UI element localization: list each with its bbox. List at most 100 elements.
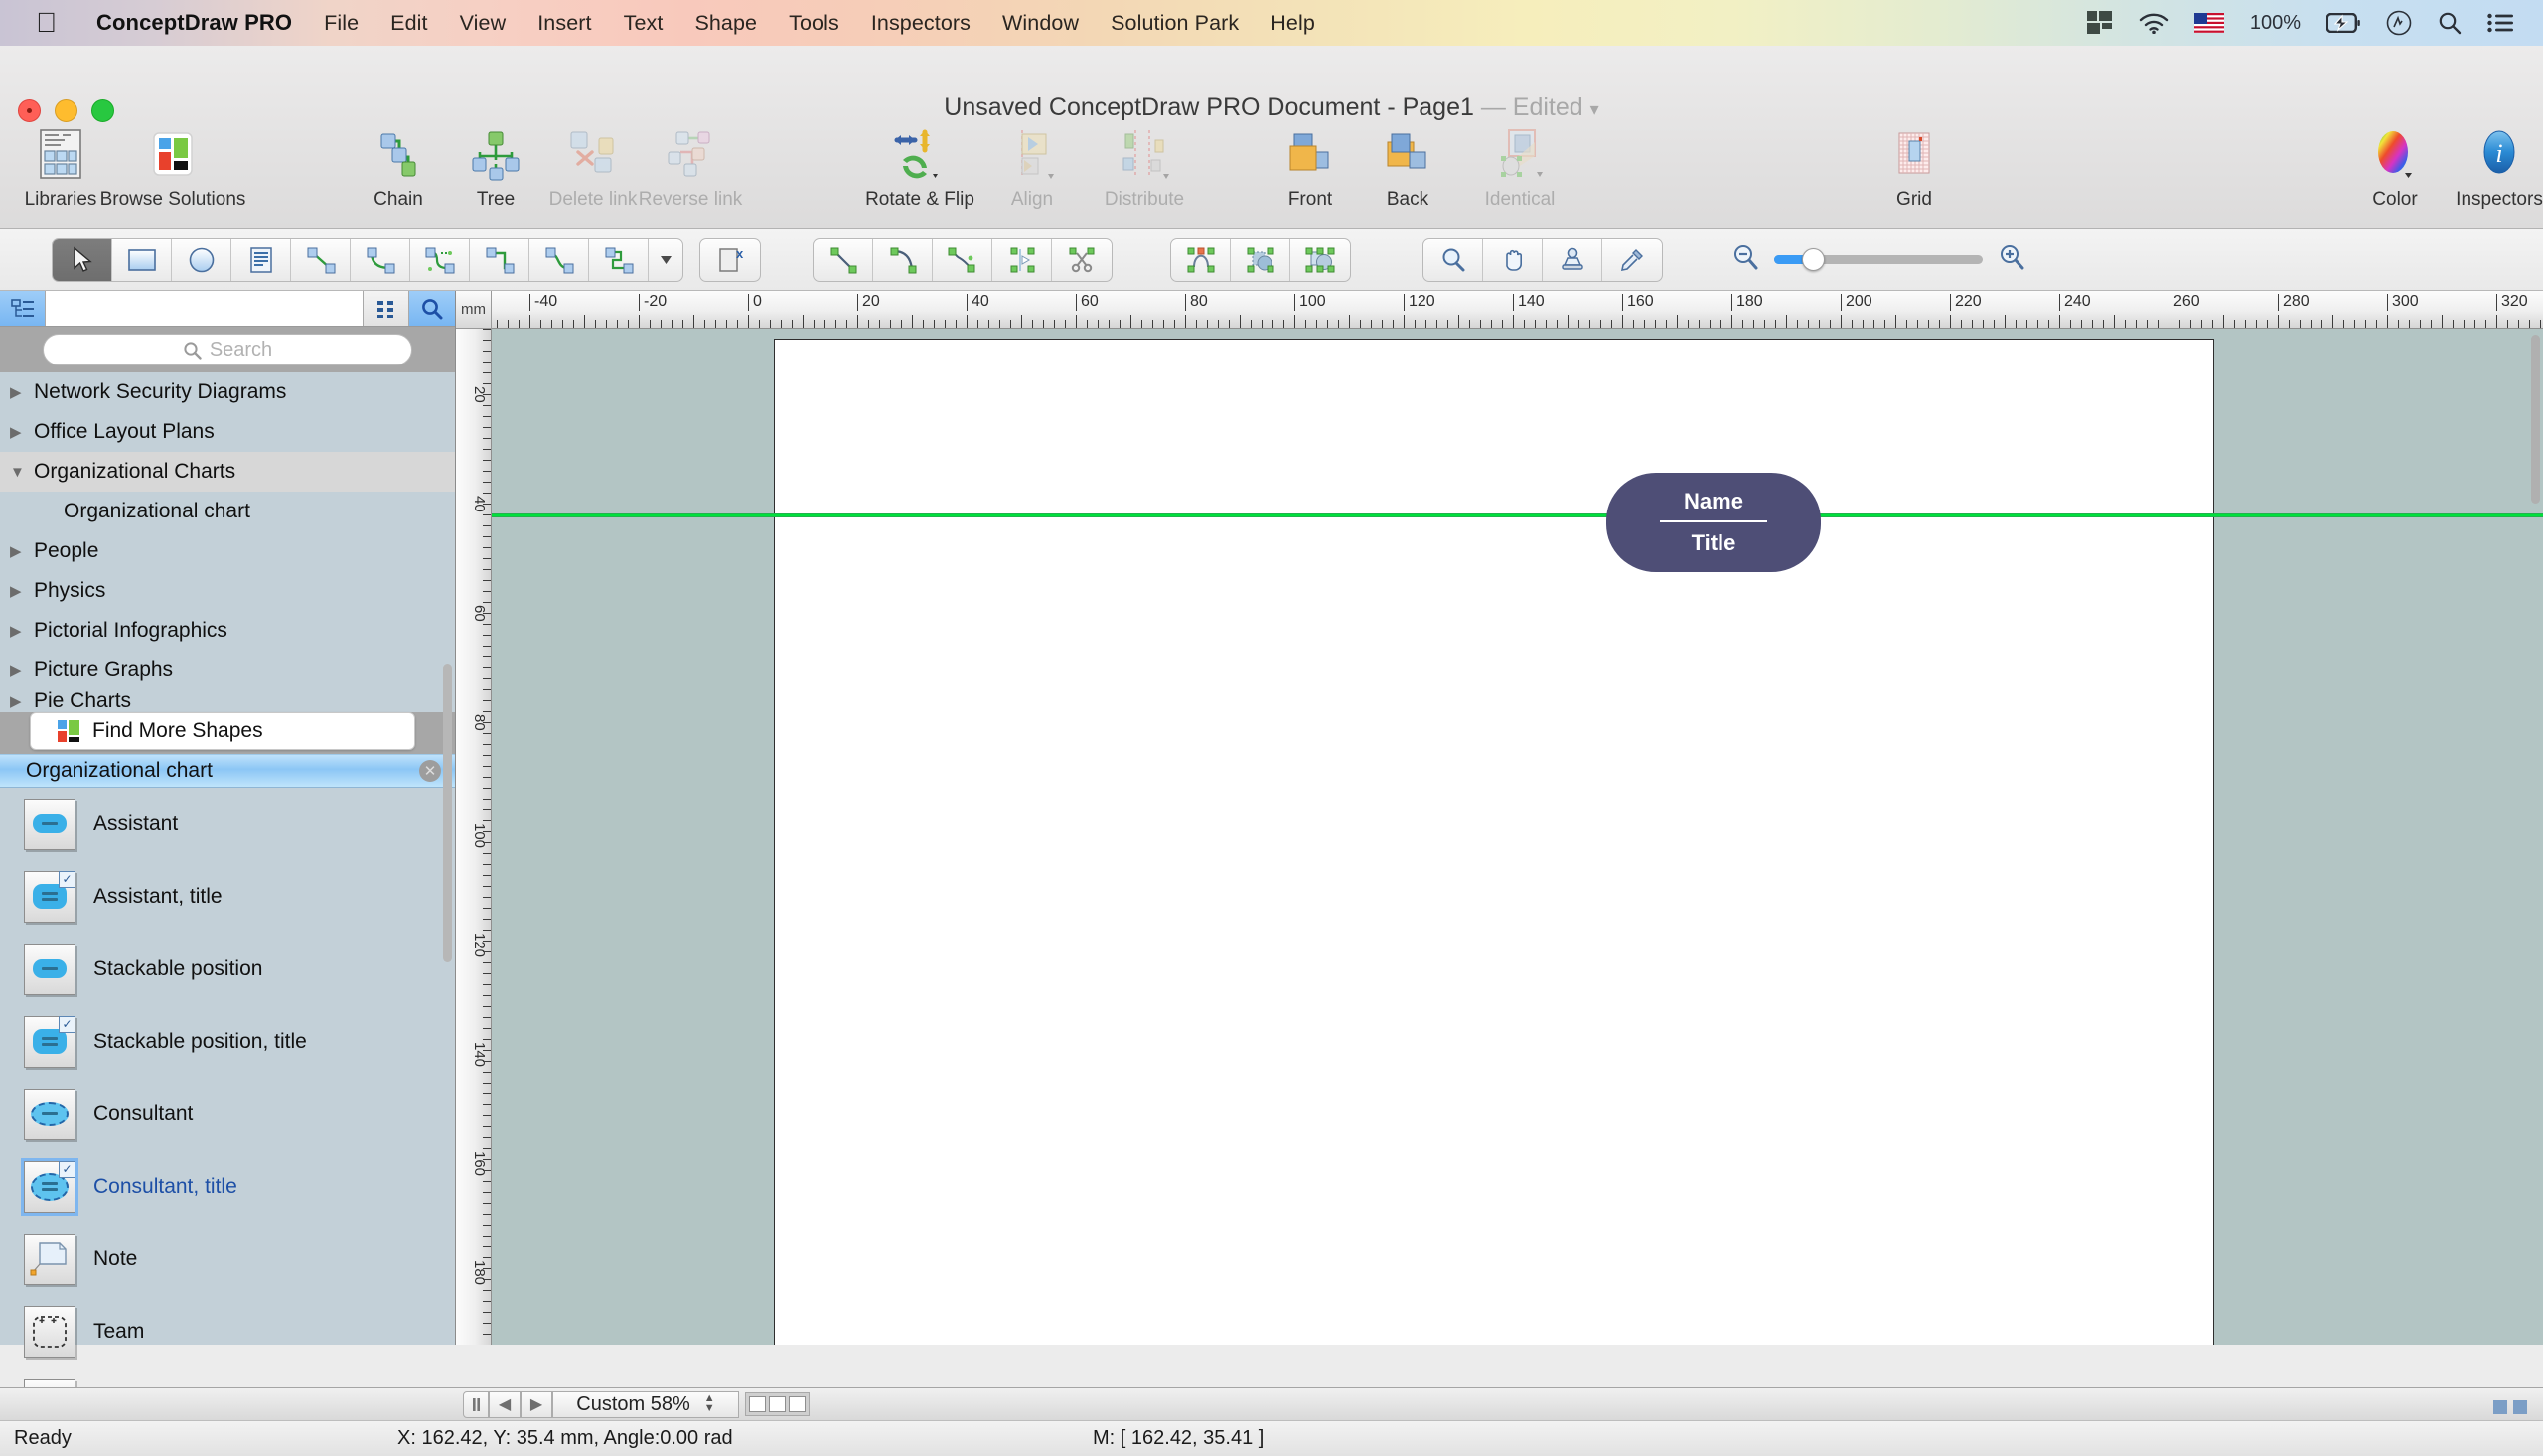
wifi-icon[interactable] xyxy=(2139,12,2169,34)
menu-item-insert[interactable]: Insert xyxy=(522,11,607,36)
libraries-button[interactable]: Libraries xyxy=(12,123,109,211)
join-curve-tool[interactable] xyxy=(1171,238,1231,281)
shape-item-consultant-title[interactable]: ✓ Consultant, title xyxy=(0,1150,455,1223)
disclosure-triangle-right-icon[interactable]: ▶ xyxy=(10,692,34,710)
shape-item-team[interactable]: Team xyxy=(0,1295,455,1368)
zoom-stepper[interactable]: ▲ ▼ xyxy=(704,1393,715,1414)
tree-item-pictorial-infographics[interactable]: ▶ Pictorial Infographics xyxy=(0,611,455,651)
identical-button[interactable]: Identical xyxy=(1456,123,1583,211)
color-button[interactable]: Color xyxy=(2354,123,2436,211)
disclosure-triangle-right-icon[interactable]: ▶ xyxy=(10,661,34,679)
search-input[interactable]: Search xyxy=(43,334,412,365)
polyline-tool[interactable] xyxy=(933,238,992,281)
vertical-ruler[interactable]: 20406080100120140160180200 xyxy=(456,329,492,1345)
pointer-tool[interactable] xyxy=(53,238,112,281)
tree-item-physics[interactable]: ▶ Physics xyxy=(0,571,455,611)
tree-item-pie-charts[interactable]: ▶ Pie Charts xyxy=(0,690,455,712)
document-page[interactable] xyxy=(774,339,2214,1345)
next-page-icon[interactable]: ▶ xyxy=(521,1390,552,1418)
shape-item-assistant[interactable]: Assistant xyxy=(0,788,455,860)
group-shapes-tool[interactable] xyxy=(1290,239,1350,281)
speedometer-icon[interactable] xyxy=(2386,10,2412,36)
menu-item-shape[interactable]: Shape xyxy=(678,11,773,36)
reverse-link-button[interactable]: Reverse link xyxy=(639,123,742,211)
zoom-tool[interactable] xyxy=(1423,238,1483,281)
tree-item-organizational-charts[interactable]: ▼ Organizational Charts xyxy=(0,452,455,492)
menu-item-solution-park[interactable]: Solution Park xyxy=(1095,11,1255,36)
menu-item-conceptdraw-pro[interactable]: ConceptDraw PRO xyxy=(80,10,308,36)
shape-item-assistant-title[interactable]: ✓ Assistant, title xyxy=(0,860,455,933)
menu-item-help[interactable]: Help xyxy=(1255,11,1331,36)
ruler-unit-label[interactable]: mm xyxy=(456,291,492,329)
find-more-shapes-button[interactable]: Find More Shapes xyxy=(30,712,415,750)
chevron-down-icon[interactable]: ▾ xyxy=(1590,99,1599,119)
union-shapes-tool[interactable] xyxy=(1231,238,1290,281)
fit-page-icon[interactable] xyxy=(2493,1400,2507,1414)
tree-item-office-layout-plans[interactable]: ▶ Office Layout Plans xyxy=(0,412,455,452)
stamp-tool[interactable] xyxy=(1543,238,1602,281)
canvas-vertical-scrollbar[interactable] xyxy=(2530,335,2541,1311)
multi-connector-tool[interactable] xyxy=(589,238,649,281)
menu-item-file[interactable]: File xyxy=(308,11,374,36)
org-chart-shape-consultant-title[interactable]: Name Title xyxy=(1606,473,1821,572)
scissors-tool[interactable] xyxy=(1052,239,1112,281)
us-flag-icon[interactable] xyxy=(2193,13,2224,33)
delete-link-button[interactable]: Delete link xyxy=(544,123,642,211)
canvas-scrollbar-thumb[interactable] xyxy=(2531,335,2540,504)
chain-button[interactable]: Chain xyxy=(350,123,447,211)
search-view-icon[interactable] xyxy=(409,291,455,326)
shape-item-note[interactable]: Note xyxy=(0,1223,455,1295)
delete-shape-tool[interactable]: x xyxy=(700,239,760,281)
shape-item-consultant[interactable]: Consultant xyxy=(0,1078,455,1150)
zoom-in-icon[interactable] xyxy=(1997,242,2026,277)
drawing-canvas[interactable]: Name Title xyxy=(492,329,2543,1345)
send-back-button[interactable]: Back xyxy=(1359,123,1456,211)
sidebar-scrollbar-thumb[interactable] xyxy=(443,664,452,962)
direct-connector-tool[interactable] xyxy=(291,238,351,281)
menu-item-view[interactable]: View xyxy=(444,11,523,36)
zoom-out-icon[interactable] xyxy=(1730,242,1760,277)
continuous-view-icon[interactable] xyxy=(789,1396,806,1412)
menu-item-window[interactable]: Window xyxy=(986,11,1095,36)
zoom-slider-control[interactable] xyxy=(1730,242,2026,277)
facing-page-view-icon[interactable] xyxy=(769,1396,786,1412)
hand-tool[interactable] xyxy=(1483,238,1543,281)
mirror-tool[interactable] xyxy=(992,238,1052,281)
dropbox-icon[interactable] xyxy=(2086,11,2113,35)
apple-icon[interactable]:  xyxy=(36,9,57,37)
horizontal-guide-line[interactable] xyxy=(492,513,2543,517)
disclosure-triangle-down-icon[interactable]: ▼ xyxy=(10,464,34,481)
resize-corner-icons[interactable] xyxy=(2493,1400,2527,1414)
browse-solutions-button[interactable]: Browse Solutions xyxy=(100,123,245,211)
zoom-level-field[interactable]: Custom 58% ▲ ▼ xyxy=(552,1390,739,1418)
distribute-button[interactable]: Distribute xyxy=(1081,123,1208,211)
menu-item-inspectors[interactable]: Inspectors xyxy=(855,11,986,36)
grid-button[interactable]: Grid xyxy=(1866,123,1963,211)
library-header-organizational-chart[interactable]: Organizational chart ✕ xyxy=(0,754,455,788)
menu-item-text[interactable]: Text xyxy=(608,11,679,36)
zoom-slider-knob[interactable] xyxy=(1802,248,1825,271)
disclosure-triangle-right-icon[interactable]: ▶ xyxy=(10,383,34,401)
prev-page-icon[interactable]: ◀ xyxy=(489,1390,521,1418)
fit-width-icon[interactable] xyxy=(2513,1400,2527,1414)
disclosure-triangle-right-icon[interactable]: ▶ xyxy=(10,423,34,441)
arc-tool[interactable] xyxy=(873,238,933,281)
zoom-slider-track[interactable] xyxy=(1774,248,1983,271)
inspectors-button[interactable]: i Inspectors xyxy=(2436,123,2543,211)
rectangle-tool[interactable] xyxy=(112,238,172,281)
single-page-view-icon[interactable] xyxy=(749,1396,766,1412)
connector-dropdown-arrow-icon[interactable] xyxy=(649,239,682,281)
menu-item-tools[interactable]: Tools xyxy=(773,11,855,36)
shape-item-stackable-position-title[interactable]: ✓ Stackable position, title xyxy=(0,1005,455,1078)
align-button[interactable]: Align xyxy=(983,123,1081,211)
battery-charging-icon[interactable] xyxy=(2326,13,2360,33)
grid-view-icon[interactable] xyxy=(364,291,409,326)
line-tool[interactable] xyxy=(814,238,873,281)
horizontal-ruler[interactable]: -40 -20 0 20 40 60 80 100 120 140 160 180 200 220 240 2… xyxy=(492,291,2543,329)
text-block-tool[interactable] xyxy=(231,238,291,281)
menu-item-edit[interactable]: Edit xyxy=(374,11,443,36)
close-library-icon[interactable]: ✕ xyxy=(419,760,441,782)
bring-front-button[interactable]: Front xyxy=(1262,123,1359,211)
disclosure-triangle-right-icon[interactable]: ▶ xyxy=(10,622,34,640)
view-mode-buttons[interactable] xyxy=(745,1392,810,1416)
